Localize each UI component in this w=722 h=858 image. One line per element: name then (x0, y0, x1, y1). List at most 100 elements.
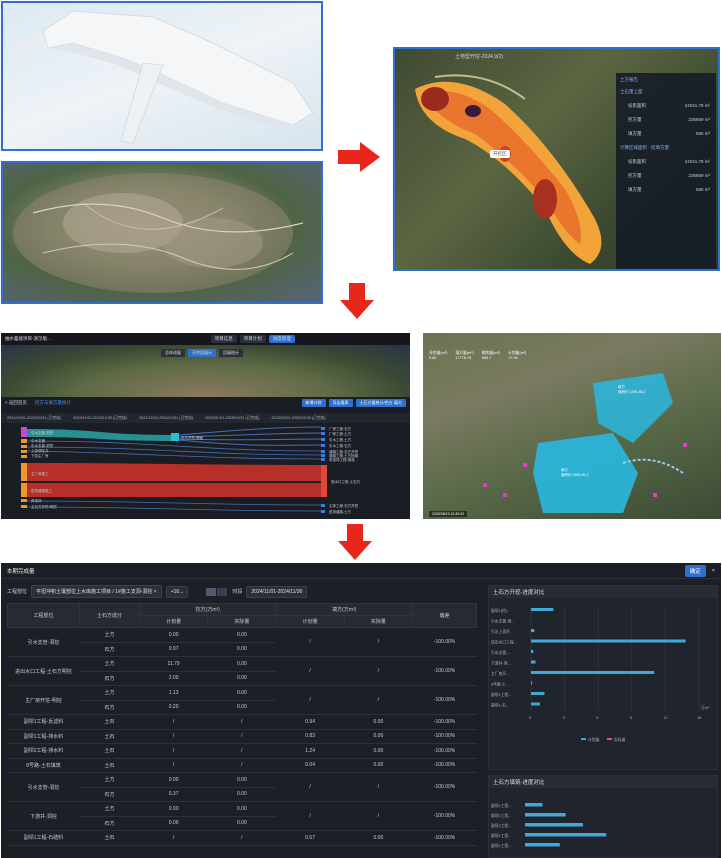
heatmap-title: 土地型开挖-2024.9(2) (455, 54, 504, 60)
fill-bar-chart: 副坝1工程... 副坝1工程... 副坝2工程... 副坝1工程... 副坝1工程... (491, 803, 607, 848)
export-button[interactable]: 导出报表 (328, 399, 353, 407)
tab-project-plan[interactable]: 项目计划 (239, 335, 266, 343)
cell-fill-actual: 0.00 (344, 830, 413, 846)
site-stats: 开挖量(m³) 5.80 填方量(m³) 17778.76 剩余量(m³) 665.7… (429, 351, 526, 360)
time-select[interactable]: 2024/11/01-2024/11/30 (246, 585, 308, 598)
cell-component: 土方 (79, 627, 140, 643)
cell-exc-planned: 0.20 (139, 700, 208, 715)
terrain-texture (13, 173, 304, 293)
confirm-button[interactable]: 确定 (684, 564, 706, 577)
sankey-node (21, 505, 27, 508)
y-tick-label: 引水支管-... (491, 650, 511, 655)
cell-part: 8号路-土石填筑 (7, 758, 80, 773)
sankey-label: 石方开挖-爆破 (181, 435, 204, 440)
panel-header: 本期完成量 确定 × (1, 563, 721, 579)
cell-component: 土方 (79, 685, 140, 701)
report-row: 填方量 590 m³ (628, 131, 710, 136)
tab-stats[interactable]: 挖方与填方量统计 (35, 400, 71, 406)
chart-title: 土石方填筑-进度对比 (489, 776, 717, 788)
cell-component: 石方 (79, 671, 140, 686)
area-label[interactable]: 填方 面积约 2365.40㎡ (561, 468, 589, 478)
cell-component: 土石 (79, 743, 140, 759)
fill-chart: 土石方填筑-进度对比 副坝1工程... 副坝1工程... 副坝2工程... 副坝1工程… (488, 775, 718, 858)
timestamp: 2025/08/19 13:40:52 (429, 511, 468, 517)
sankey-node (321, 427, 325, 430)
date-range-item[interactable]: 2024/10/01-2024/10/31 (已完成) (7, 416, 61, 421)
legend-label: 实际量 (614, 737, 626, 742)
x-tick-label: 3 (563, 716, 565, 720)
sankey-node (321, 454, 325, 457)
excavation-bar-chart: 0 3 6 9 12 15 万m³ 副坝1(挖)... 引水支管-洞... 引水上游开... 进出水… (491, 606, 710, 742)
cell-exc-actual: 0.00 (207, 656, 276, 672)
cell-exc-actual: / (207, 743, 276, 759)
cell-component: 土石 (79, 729, 140, 744)
model-3d-shape (18, 10, 314, 144)
stats-button[interactable]: 土石方量统计/挖方-填方 (355, 399, 406, 407)
table-row: 副坝1工程-石碴料 土石 //0.57 0.00 -100.00% (7, 830, 477, 846)
table-row: 主厂房开挖-明挖 土方 1.13 0.00// -100.00% (7, 685, 477, 715)
add-plan-button[interactable]: 新增计划 (301, 399, 326, 407)
close-icon[interactable]: × (712, 568, 715, 574)
area-label[interactable]: 填方 面积约 1295.38㎡ (618, 385, 646, 395)
subtab-fill[interactable]: 回填统计 (219, 349, 243, 357)
th-fill: 填方(万m³) (275, 603, 413, 616)
sankey-link (26, 506, 322, 512)
stat-excavation: 开挖量(m³) 5.80 (429, 351, 448, 360)
cell-component: 石方 (79, 816, 140, 831)
cell-exc-planned: 1.13 (139, 685, 208, 701)
back-link[interactable]: < 返回首页 (5, 400, 27, 406)
area-badge[interactable]: 开挖区 (490, 150, 510, 158)
part-select-more[interactable]: +16... (165, 585, 189, 598)
chart-title: 土石方开挖-进度对比 (489, 586, 717, 598)
cell-exc-actual: / (207, 830, 276, 846)
sankey-node (321, 450, 325, 453)
date-range-item[interactable]: 2024/12/01-2024/12/31 (已完成) (139, 416, 193, 421)
cell-exc-planned: / (139, 729, 208, 744)
sankey-label: 主石方开挖-明挖 (31, 504, 57, 509)
sankey-node (21, 439, 27, 443)
subtab-excavation[interactable]: 开挖回填计 (188, 349, 216, 357)
arrow-right-icon (338, 142, 380, 172)
cell-deviation: -100.00% (412, 743, 477, 759)
bar-计划量 (525, 843, 560, 847)
cell-exc-planned: 0.07 (139, 642, 208, 657)
cell-fill-actual: 0.00 (344, 714, 413, 730)
table-row: 进出水口工程-土石方明挖 土方 11.79 0.00// -100.00% (7, 656, 477, 686)
view-toggle[interactable] (206, 587, 228, 596)
terrain-3d-panel (1, 161, 323, 304)
th-planned: 计划量 (275, 615, 345, 628)
date-range-item[interactable]: 2025/01/01-2025/01/31 (已完成) (205, 416, 259, 421)
y-tick-label: 副坝1工程... (491, 692, 511, 697)
sankey-app-panel: 抽水蓄能项目-演示版... 项目信息 项目计划 进度管理 总体进展 开挖回填计 … (1, 333, 410, 519)
cell-part: 主厂房开挖-明挖 (7, 685, 80, 715)
cell-exc-actual: 0.00 (207, 801, 276, 817)
filter-label: 工程部位 (7, 589, 28, 595)
excavation-chart: 土石方开挖-进度对比 0 3 6 9 12 15 万m³ 副坝1(挖)... 引水支管-洞...… (488, 585, 718, 770)
cell-exc-planned: / (139, 758, 208, 773)
sankey-label: 引水支管-洞挖 (31, 443, 54, 448)
sankey-label: 进水口工程-土石方 (331, 479, 361, 484)
date-range-item[interactable]: 2024/11/01-2024/11/30 (已完成) (73, 416, 127, 421)
cell-part: 进出水口工程-土石方明挖 (7, 656, 80, 686)
y-tick-label: 副坝1工程... (491, 813, 511, 818)
sankey-node (21, 463, 27, 481)
y-tick-label: 8号路-土... (491, 682, 509, 687)
subtab-overview[interactable]: 总体进展 (161, 349, 185, 357)
th-actual: 实际量 (207, 615, 277, 628)
tab-project-info[interactable]: 项目信息 (210, 335, 237, 343)
cell-deviation: -100.00% (412, 801, 477, 831)
tab-progress[interactable]: 进度管理 (268, 335, 295, 343)
cell-exc-planned: / (139, 743, 208, 759)
cell-exc-actual: 0.00 (207, 816, 276, 831)
bar-计划量 (525, 833, 607, 837)
part-select[interactable]: 平坦冲积土壤部位上水库施工项目 / 1#施工支洞-洞挖 × (31, 585, 162, 598)
cell-fill-planned: / (276, 656, 345, 686)
legend-label: 计划量 (588, 737, 600, 742)
y-tick-label: 副坝2工程... (491, 823, 511, 828)
sankey-label: 主体工程-石方开挖 (329, 503, 359, 508)
cell-fill-planned: / (276, 772, 345, 802)
app-topbar: 抽水蓄能项目-演示版... 项目信息 项目计划 进度管理 (1, 333, 410, 345)
bar-计划量 (531, 608, 554, 611)
date-range-item[interactable]: 2025/02/01-2025/02/28 (已完成) (271, 416, 325, 421)
table-row: 副坝1工程-反滤料 土石 //0.94 0.00 -100.00% (7, 714, 477, 730)
